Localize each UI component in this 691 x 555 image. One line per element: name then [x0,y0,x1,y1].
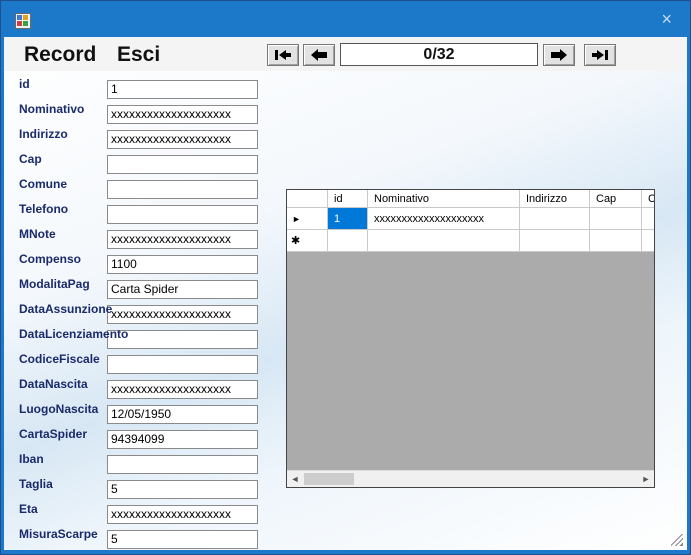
next-record-icon [551,49,567,61]
grid-corner-header[interactable] [287,190,328,208]
field-datalicenziamento[interactable] [107,330,258,349]
menu-bar: Record Esci 0/32 [4,37,687,71]
label-indirizzo: Indirizzo [19,127,68,141]
scroll-left-icon[interactable]: ◄ [287,471,303,487]
field-eta[interactable]: xxxxxxxxxxxxxxxxxxxx [107,505,258,524]
menu-record[interactable]: Record [24,43,96,67]
field-modalitapag[interactable]: Carta Spider [107,280,258,299]
label-datanascita: DataNascita [19,377,88,391]
grid-column-header[interactable]: C [642,190,654,208]
field-datanascita[interactable]: xxxxxxxxxxxxxxxxxxxx [107,380,258,399]
last-record-button[interactable] [584,44,616,66]
last-record-icon [592,50,608,60]
label-mnote: MNote [19,227,56,241]
field-mnote[interactable]: xxxxxxxxxxxxxxxxxxxx [107,230,258,249]
label-luogonascita: LuogoNascita [19,402,99,416]
field-comune[interactable] [107,180,258,199]
current-row-icon: ► [292,214,301,224]
grid-new-row-cell[interactable] [590,230,642,252]
label-iban: Iban [19,452,44,466]
form-client-area: Record Esci 0/32 id 1 Nominativo xxxxxxx… [4,37,687,550]
grid-new-row-cell[interactable] [520,230,590,252]
field-indirizzo[interactable]: xxxxxxxxxxxxxxxxxxxx [107,130,258,149]
grid-new-row-header[interactable]: ✱ [287,230,328,252]
grid-new-row-cell[interactable] [642,230,654,252]
label-id: id [19,77,30,91]
field-nominativo[interactable]: xxxxxxxxxxxxxxxxxxxx [107,105,258,124]
label-datalicenziamento: DataLicenziamento [19,327,129,341]
record-counter: 0/32 [340,43,538,66]
grid-cell[interactable]: 1 [328,208,368,230]
label-dataassunzione: DataAssunzione [19,302,113,316]
field-id[interactable]: 1 [107,80,258,99]
grid-column-header[interactable]: Cap [590,190,642,208]
grid-column-header[interactable]: Nominativo [368,190,520,208]
grid-cell[interactable] [590,208,642,230]
field-cap[interactable] [107,155,258,174]
label-telefono: Telefono [19,202,69,216]
field-cartaspider[interactable]: 94394099 [107,430,258,449]
label-eta: Eta [19,502,38,516]
resize-grip-icon[interactable] [671,534,683,546]
field-taglia[interactable]: 5 [107,480,258,499]
label-nominativo: Nominativo [19,102,85,116]
field-telefono[interactable] [107,205,258,224]
app-icon[interactable] [15,13,31,29]
menu-exit[interactable]: Esci [117,43,160,67]
grid-new-row-cell[interactable] [328,230,368,252]
next-record-button[interactable] [543,44,575,66]
label-cartaspider: CartaSpider [19,427,88,441]
label-compenso: Compenso [19,252,82,266]
label-misurascarpe: MisuraScarpe [19,527,98,541]
field-misurascarpe[interactable]: 5 [107,530,258,549]
grid-new-row-cell[interactable] [368,230,520,252]
label-cap: Cap [19,152,42,166]
field-iban[interactable] [107,455,258,474]
label-comune: Comune [19,177,67,191]
title-bar[interactable]: × [1,1,690,37]
field-luogonascita[interactable]: 12/05/1950 [107,405,258,424]
close-icon[interactable]: × [661,9,672,29]
scroll-right-icon[interactable]: ► [638,471,654,487]
new-row-icon: ✱ [291,235,301,247]
first-record-button[interactable] [267,44,299,66]
field-codicefiscale[interactable] [107,355,258,374]
grid-cell[interactable] [520,208,590,230]
grid-row-header[interactable]: ► [287,208,328,230]
prev-record-icon [311,49,327,61]
records-grid[interactable]: idNominativoIndirizzoCapC ► 1xxxxxxxxxxxxx… [286,189,655,488]
prev-record-button[interactable] [303,44,335,66]
scroll-thumb[interactable] [304,473,354,485]
label-codicefiscale: CodiceFiscale [19,352,100,366]
grid-horizontal-scrollbar[interactable]: ◄ ► [287,470,654,487]
label-modalitapag: ModalitaPag [19,277,90,291]
app-window: × Record Esci 0/32 id 1 Nominativo xxxxx… [0,0,691,555]
field-compenso[interactable]: 1100 [107,255,258,274]
grid-cell[interactable]: xxxxxxxxxxxxxxxxxxxx [368,208,520,230]
field-dataassunzione[interactable]: xxxxxxxxxxxxxxxxxxxx [107,305,258,324]
first-record-icon [275,50,291,60]
grid-column-header[interactable]: id [328,190,368,208]
label-taglia: Taglia [19,477,53,491]
grid-column-header[interactable]: Indirizzo [520,190,590,208]
grid-cell[interactable] [642,208,654,230]
